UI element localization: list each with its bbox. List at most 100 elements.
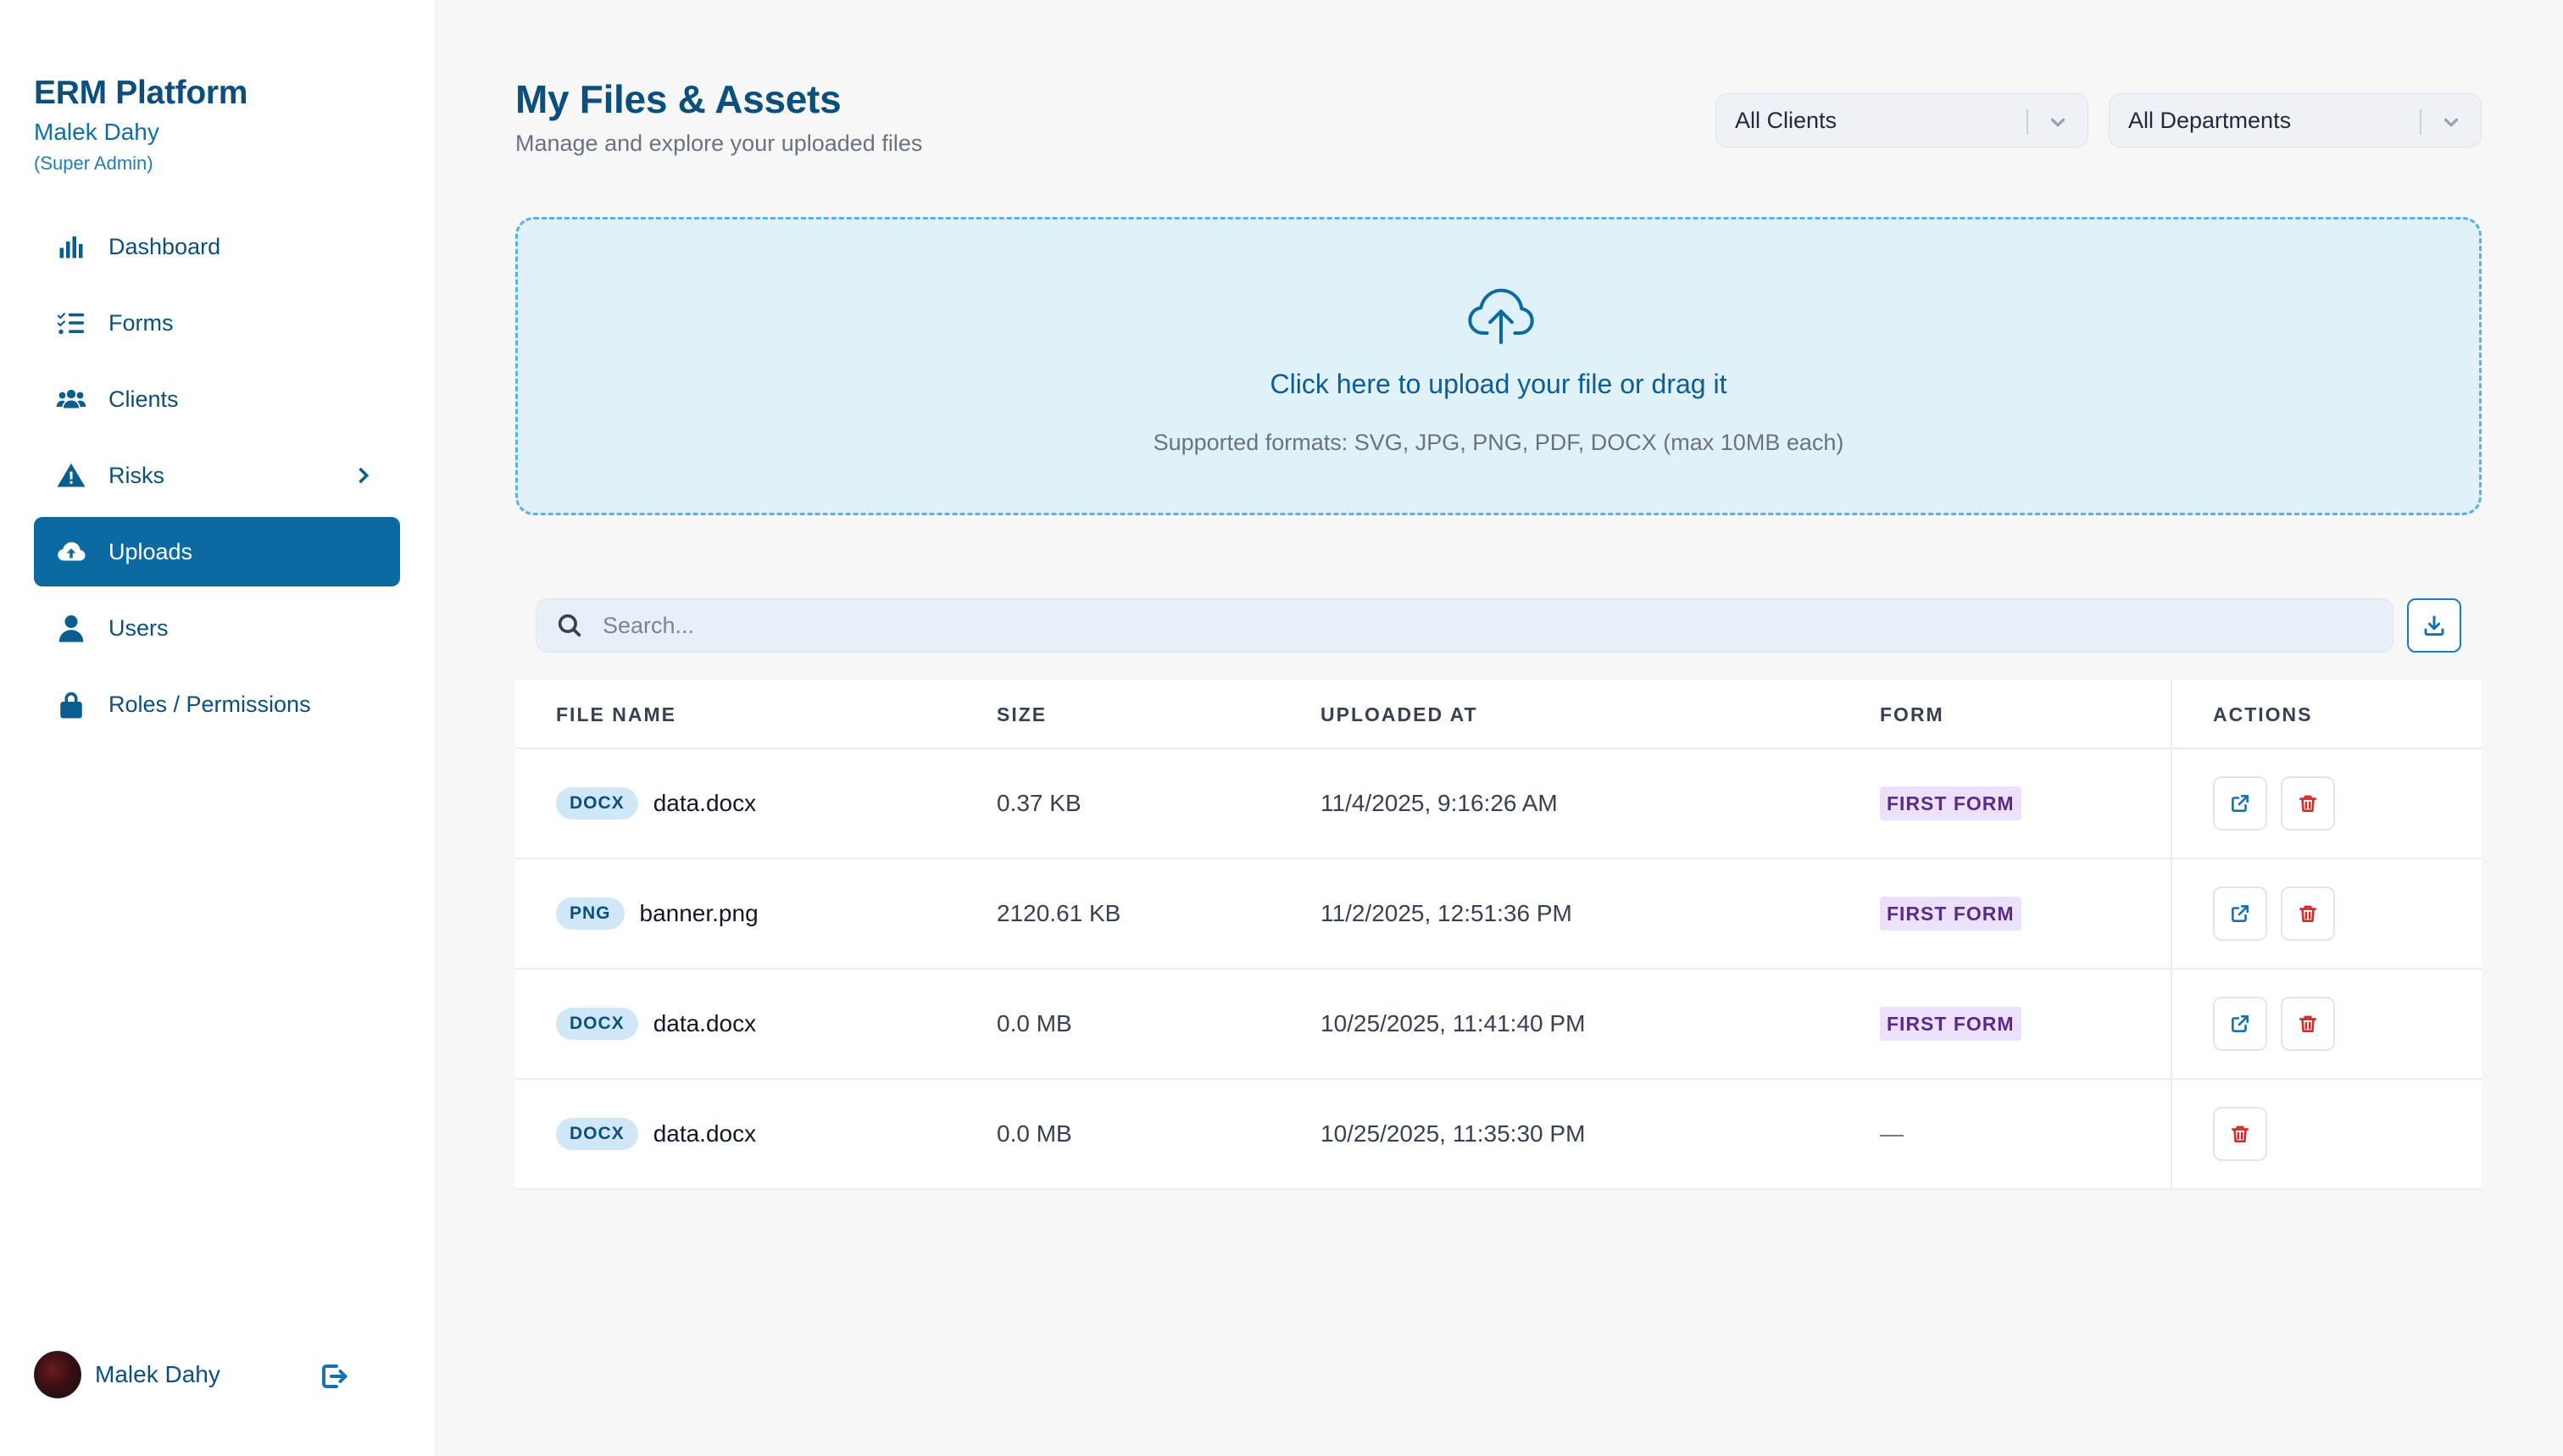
sidebar-item-label: Roles / Permissions [108,691,311,717]
select-divider [2026,109,2028,135]
sidebar-item-users[interactable]: Users [34,593,400,663]
trash-icon [2299,795,2316,812]
page-subtitle: Manage and explore your uploaded files [515,131,923,156]
form-cell: FIRST FORM [1880,1007,2021,1041]
file-name: data.docx [653,1120,757,1147]
form-cell: FIRST FORM [1880,897,2021,931]
row-actions [2213,886,2349,941]
external-link-icon [2232,795,2249,812]
file-size: 0.0 MB [997,1120,1072,1147]
trash-icon [2299,1015,2316,1032]
delete-file-button[interactable] [2281,776,2335,831]
download-icon [2424,615,2444,636]
department-filter-value: All Departments [2128,107,2292,133]
file-size: 0.37 KB [997,790,1081,816]
checklist-icon [54,306,88,340]
column-header-size[interactable]: SIZE [997,703,1047,726]
sidebar-item-forms[interactable]: Forms [34,288,400,358]
uploaded-at: 11/4/2025, 9:16:26 AM [1320,790,1558,816]
cloud-upload-icon [1464,277,1538,352]
client-filter-select[interactable]: All Clients [1715,93,2088,147]
users-group-icon [54,382,88,416]
file-size: 0.0 MB [997,1010,1072,1036]
external-link-icon [2232,905,2249,922]
download-button[interactable] [2407,598,2461,653]
form-cell: FIRST FORM [1880,786,2021,820]
trash-icon [2232,1125,2249,1142]
brand-user-name: Malek Dahy [34,119,159,145]
user-icon [54,611,88,645]
sidebar-item-label: Clients [108,386,179,412]
trash-icon [2299,905,2316,922]
search-input[interactable] [603,612,2298,639]
no-form-placeholder: — [1880,1120,1904,1147]
cloud-upload-icon [54,535,88,569]
avatar[interactable] [34,1351,81,1398]
form-badge: FIRST FORM [1880,1007,2021,1041]
chevron-right-icon[interactable] [351,464,375,487]
table-row: PNG banner.png 2120.61 KB 11/2/2025, 12:… [515,859,2482,970]
file-size: 2120.61 KB [997,900,1121,926]
sidebar-nav: Dashboard Forms Clients Risks Uploads Us… [34,212,400,746]
table-row: DOCX data.docx 0.0 MB 10/25/2025, 11:41:… [515,970,2482,1080]
column-divider [2171,859,2172,968]
sidebar-item-risks[interactable]: Risks [34,441,400,510]
dropzone-supported-formats: Supported formats: SVG, JPG, PNG, PDF, D… [1153,430,1844,455]
row-actions [2213,997,2349,1051]
form-badge: FIRST FORM [1880,897,2021,931]
sidebar-item-clients[interactable]: Clients [34,364,400,434]
chevron-down-icon [2438,109,2464,135]
dropzone-title: Click here to upload your file or drag i… [1270,369,1727,399]
external-link-icon [2232,1015,2249,1032]
row-actions [2213,776,2349,831]
file-name-cell: DOCX data.docx [556,1008,756,1040]
file-name: data.docx [653,1010,757,1036]
search-bar [536,598,2393,653]
sidebar-item-label: Users [108,614,169,641]
delete-file-button[interactable] [2281,997,2335,1051]
main-content: My Files & Assets Manage and explore you… [515,0,2482,1456]
files-table: FILE NAME SIZE UPLOADED AT FORM ACTIONS … [515,680,2482,1190]
page-title: My Files & Assets [515,77,842,121]
department-filter-select[interactable]: All Departments [2109,93,2482,147]
column-divider [2171,749,2172,858]
column-header-form[interactable]: FORM [1880,703,1944,726]
select-divider [2420,109,2421,135]
brand-block: ERM Platform Malek Dahy (Super Admin) [34,71,247,176]
table-header: FILE NAME SIZE UPLOADED AT FORM ACTIONS [515,680,2482,749]
search-icon [555,611,584,640]
sidebar-item-roles-permissions[interactable]: Roles / Permissions [34,670,400,739]
open-file-button[interactable] [2213,886,2267,941]
column-divider [2171,970,2172,1078]
delete-file-button[interactable] [2213,1107,2267,1161]
footer-user-name: Malek Dahy [95,1361,220,1387]
column-header-uploaded-at[interactable]: UPLOADED AT [1320,703,1478,726]
file-name-cell: PNG banner.png [556,897,759,930]
warning-triangle-icon [54,458,88,492]
logout-icon[interactable] [319,1361,349,1392]
column-divider [2171,680,2172,747]
uploaded-at: 10/25/2025, 11:35:30 PM [1320,1120,1586,1147]
sidebar-item-uploads[interactable]: Uploads [34,517,400,586]
open-file-button[interactable] [2213,776,2267,831]
file-name-cell: DOCX data.docx [556,1118,756,1150]
table-row: DOCX data.docx 0.37 KB 11/4/2025, 9:16:2… [515,749,2482,859]
file-name-cell: DOCX data.docx [556,787,756,820]
file-name: banner.png [639,900,759,926]
sidebar-item-label: Forms [108,309,174,336]
file-name: data.docx [653,790,757,816]
form-badge: FIRST FORM [1880,786,2021,820]
lock-icon [54,687,88,721]
delete-file-button[interactable] [2281,886,2335,941]
upload-dropzone[interactable]: Click here to upload your file or drag i… [515,217,2482,515]
uploaded-at: 11/2/2025, 12:51:36 PM [1320,900,1572,926]
sidebar-item-label: Dashboard [108,233,221,259]
sidebar-item-label: Uploads [108,538,193,564]
sidebar: ERM Platform Malek Dahy (Super Admin) Da… [0,0,436,1456]
file-type-badge: DOCX [556,1118,638,1150]
column-header-actions: ACTIONS [2213,703,2313,725]
sidebar-item-dashboard[interactable]: Dashboard [34,212,400,281]
column-header-file-name[interactable]: FILE NAME [556,703,676,726]
bar-chart-icon [54,230,88,264]
open-file-button[interactable] [2213,997,2267,1051]
